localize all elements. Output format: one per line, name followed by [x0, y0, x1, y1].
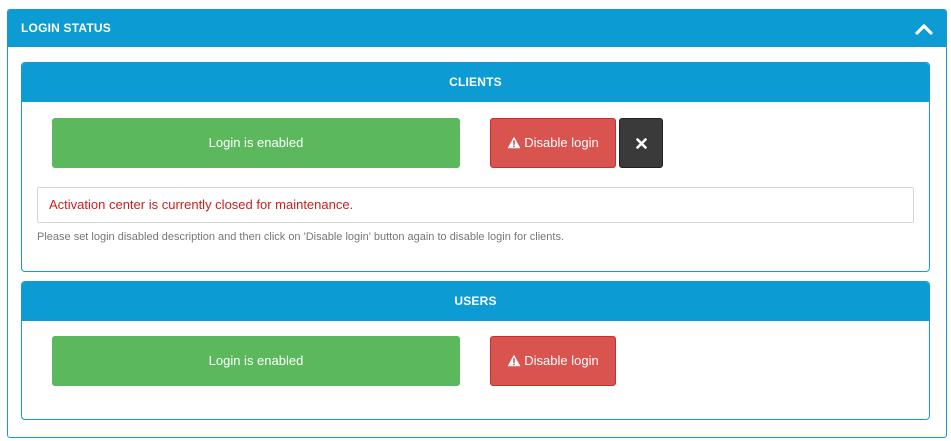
collapse-button[interactable] [914, 20, 934, 38]
clients-help-text: Please set login disabled description an… [37, 231, 565, 243]
users-panel: USERS Login is enabled Disable login [21, 281, 930, 420]
clients-disable-login-button[interactable]: Disable login [490, 118, 616, 168]
login-status-panel: LOGIN STATUS CLIENTS Login is enabled Di… [7, 9, 947, 438]
clients-panel-header: CLIENTS [22, 63, 929, 102]
warning-icon [507, 354, 521, 367]
clients-disabled-description-input[interactable]: Activation center is currently closed fo… [37, 187, 914, 223]
users-login-status-label: Login is enabled [208, 353, 304, 368]
users-panel-header: USERS [22, 282, 929, 321]
clients-panel: CLIENTS Login is enabled Disable login A… [21, 62, 930, 272]
login-status-header: LOGIN STATUS [8, 10, 946, 47]
clients-disabled-description-value: Activation center is currently closed fo… [49, 197, 354, 212]
close-icon [636, 138, 647, 149]
clients-login-status-label: Login is enabled [208, 135, 304, 150]
users-login-status: Login is enabled [52, 336, 460, 386]
users-disable-login-button[interactable]: Disable login [490, 336, 616, 386]
login-status-title: LOGIN STATUS [21, 21, 111, 35]
clients-login-status: Login is enabled [52, 118, 460, 168]
clients-cancel-button[interactable] [619, 118, 663, 168]
chevron-up-icon [915, 24, 933, 35]
users-disable-login-label: Disable login [524, 353, 599, 368]
warning-icon [507, 136, 521, 149]
clients-disable-login-label: Disable login [524, 135, 599, 150]
